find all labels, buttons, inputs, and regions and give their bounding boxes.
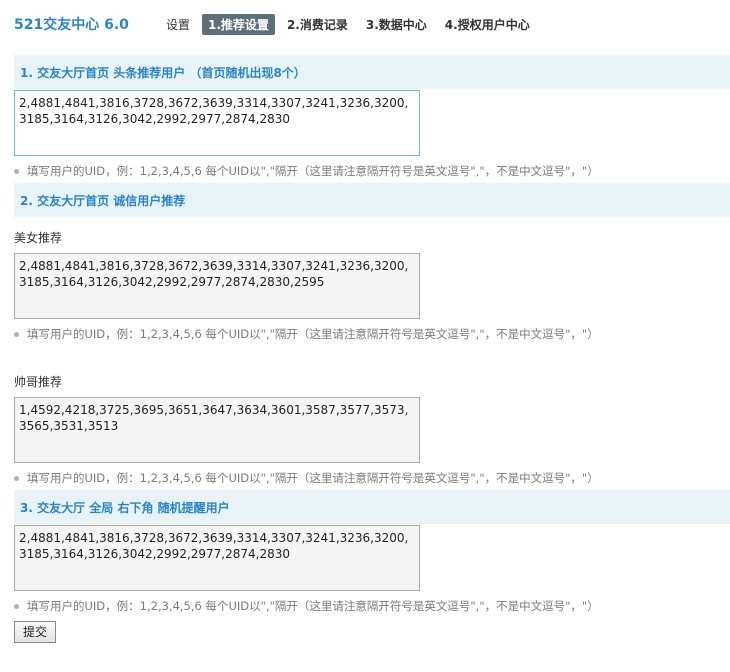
- hint-text: 填写用户的UID，例：1,2,3,4,5,6 每个UID以","隔开（这里请注意…: [27, 471, 599, 485]
- tab-data-center[interactable]: 3.数据中心: [360, 13, 433, 36]
- section-2-title: 2. 交友大厅首页 诚信用户推荐: [20, 194, 186, 208]
- tab-settings[interactable]: 设置: [160, 13, 196, 36]
- app-title: 521交友中心 6.0: [14, 17, 129, 33]
- hint-4: 填写用户的UID，例：1,2,3,4,5,6 每个UID以","隔开（这里请注意…: [14, 598, 599, 614]
- male-uid-textarea[interactable]: 1,4592,4218,3725,3695,3651,3647,3634,360…: [14, 397, 420, 463]
- bullet-icon: [14, 168, 19, 174]
- submit-button[interactable]: 提交: [14, 621, 56, 643]
- tab-recommend-settings[interactable]: 1.推荐设置: [202, 14, 275, 35]
- hint-text: 填写用户的UID，例：1,2,3,4,5,6 每个UID以","隔开（这里请注意…: [27, 327, 599, 341]
- nav-tabs: 设置 1.推荐设置 2.消费记录 3.数据中心 4.授权用户中心: [160, 13, 542, 36]
- section-3-header: 3. 交友大厅 全局 右下角 随机提醒用户: [14, 490, 730, 524]
- female-uid-textarea[interactable]: 2,4881,4841,3816,3728,3672,3639,3314,330…: [14, 253, 420, 319]
- section-1-header: 1. 交友大厅首页 头条推荐用户 （首页随机出现8个）: [14, 55, 730, 89]
- top-bar: 521交友中心 6.0 设置 1.推荐设置 2.消费记录 3.数据中心 4.授权…: [0, 0, 730, 46]
- hint-2: 填写用户的UID，例：1,2,3,4,5,6 每个UID以","隔开（这里请注意…: [14, 326, 599, 342]
- female-recommend-label: 美女推荐: [14, 231, 63, 245]
- hint-text: 填写用户的UID，例：1,2,3,4,5,6 每个UID以","隔开（这里请注意…: [27, 164, 599, 178]
- section-1-title: 1. 交友大厅首页 头条推荐用户 （首页随机出现8个）: [20, 66, 306, 80]
- hint-3: 填写用户的UID，例：1,2,3,4,5,6 每个UID以","隔开（这里请注意…: [14, 470, 599, 486]
- hint-text: 填写用户的UID，例：1,2,3,4,5,6 每个UID以","隔开（这里请注意…: [27, 599, 599, 613]
- bullet-icon: [14, 331, 19, 337]
- section-3-title: 3. 交友大厅 全局 右下角 随机提醒用户: [20, 501, 230, 515]
- tab-authorized-users[interactable]: 4.授权用户中心: [439, 13, 536, 36]
- reminder-uid-textarea[interactable]: 2,4881,4841,3816,3728,3672,3639,3314,330…: [14, 525, 420, 591]
- tab-consumption-records[interactable]: 2.消费记录: [281, 13, 354, 36]
- hint-1: 填写用户的UID，例：1,2,3,4,5,6 每个UID以","隔开（这里请注意…: [14, 163, 599, 179]
- bullet-icon: [14, 475, 19, 481]
- male-recommend-label: 帅哥推荐: [14, 375, 63, 389]
- headline-uid-textarea[interactable]: 2,4881,4841,3816,3728,3672,3639,3314,330…: [14, 90, 420, 156]
- section-2-header: 2. 交友大厅首页 诚信用户推荐: [14, 183, 730, 217]
- bullet-icon: [14, 603, 19, 609]
